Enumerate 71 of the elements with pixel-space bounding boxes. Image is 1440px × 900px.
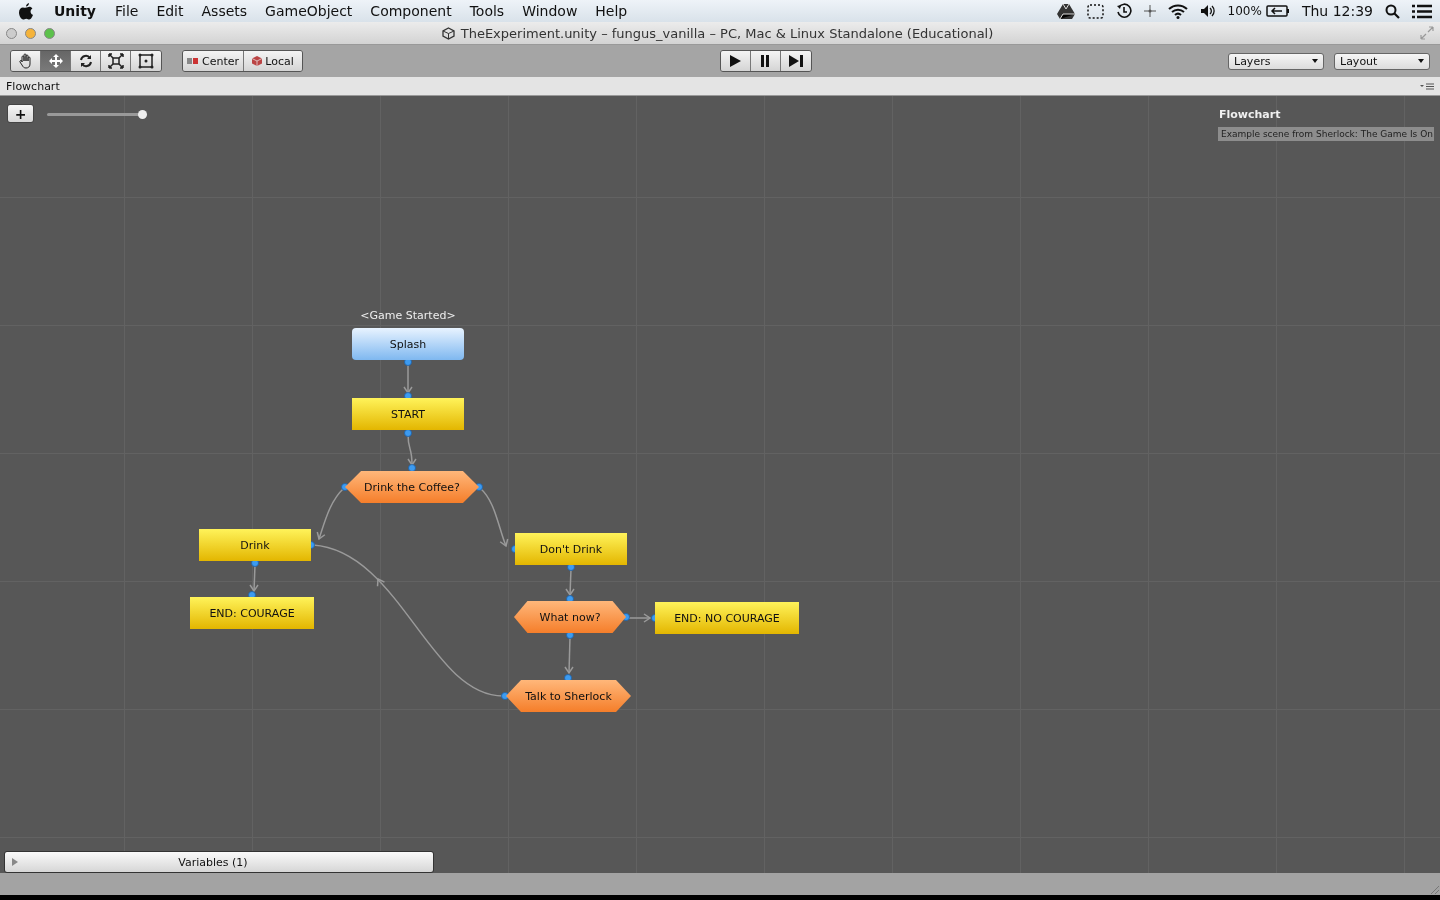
search-icon[interactable] [1385,3,1400,19]
zoom-window-button[interactable] [44,27,55,39]
playback-button[interactable] [720,51,751,71]
zoom-slider[interactable] [47,110,147,119]
flowchart-block[interactable]: What now? [514,601,626,633]
hand-icon [17,53,34,69]
dropdown[interactable]: Layers [1228,52,1324,70]
unity-logo-icon [441,26,455,40]
tool-button[interactable] [131,51,161,71]
battery-icon[interactable] [1265,5,1290,17]
apple-logo-icon[interactable] [18,2,34,20]
list-icon[interactable] [1412,3,1432,19]
connector-arrow [565,563,575,603]
flowchart-block[interactable]: Drink the Coffee? [345,471,479,503]
menu-clock[interactable]: Thu 12:39 [1301,3,1373,19]
flowchart-block[interactable]: Talk to Sherlock [506,680,631,712]
cube-icon [252,56,263,66]
flowchart-block[interactable]: END: NO COURAGE [655,602,799,634]
battery-percent: 100% [1227,4,1262,18]
flowchart-block[interactable]: Drink [199,529,311,561]
connector-arrow [403,358,413,400]
menu-item[interactable]: Tools [460,3,514,19]
connector-arrow [248,559,259,599]
pivot-button[interactable]: Local [244,51,303,71]
playback-button[interactable] [780,51,811,71]
tool-button[interactable] [11,51,41,71]
caret-icon [1418,59,1424,63]
menu-item[interactable]: Assets [192,3,257,19]
flowchart-block[interactable]: Don't Drink [515,533,627,565]
close-button[interactable] [6,27,17,39]
tool-button[interactable] [71,51,101,71]
panel-menu-icon[interactable] [1420,82,1434,90]
add-block-button[interactable]: + [7,104,34,123]
speaker-icon[interactable] [1199,4,1216,18]
rotate-icon [77,53,94,69]
menu-item[interactable]: File [105,3,148,19]
menu-item[interactable]: GameObject [256,3,362,19]
dropdown[interactable]: Layout [1334,52,1430,70]
pivot-center-icon [187,57,199,65]
drive-icon[interactable] [1056,3,1075,19]
event-label: <Game Started> [360,309,456,322]
pause-icon [760,55,770,67]
pivot-button[interactable]: Center [183,51,245,71]
move-arrows-icon [47,53,64,69]
flowchart-block[interactable]: START [352,398,464,430]
variables-foldout[interactable]: Variables (1) [4,851,434,873]
flowchart-title: Flowchart [1218,108,1282,121]
flowchart-description: Example scene from Sherlock: The Game Is On [1218,127,1434,141]
clock-icon[interactable] [1115,3,1132,19]
flowchart-block[interactable]: END: COURAGE [190,597,314,629]
minimize-button[interactable] [25,27,36,39]
selection-rect-icon[interactable] [1086,3,1104,19]
scale-icon [107,53,124,69]
playback-button[interactable] [750,51,781,71]
connector-arrow [404,429,417,472]
app-menu[interactable]: Unity [44,3,106,19]
menu-item[interactable]: Help [586,3,637,19]
flowchart-block[interactable]: Splash [352,328,464,360]
menu-item[interactable]: Window [513,3,587,19]
connector-arrow [564,631,574,682]
menu-item[interactable]: Component [361,3,461,19]
menu-item[interactable]: Edit [147,3,193,19]
window-title: TheExperiment.unity – fungus_vanilla – PC, Mac & Linux Standalone (Educational) [460,25,994,41]
tool-button[interactable] [101,51,131,71]
play-icon [728,54,742,68]
step-icon [787,54,804,68]
caret-icon [1312,59,1318,63]
foldout-arrow-icon [11,858,19,866]
resize-grip-icon[interactable] [1430,885,1440,895]
rect-tool-icon [138,53,154,69]
wifi-icon[interactable] [1167,3,1188,19]
